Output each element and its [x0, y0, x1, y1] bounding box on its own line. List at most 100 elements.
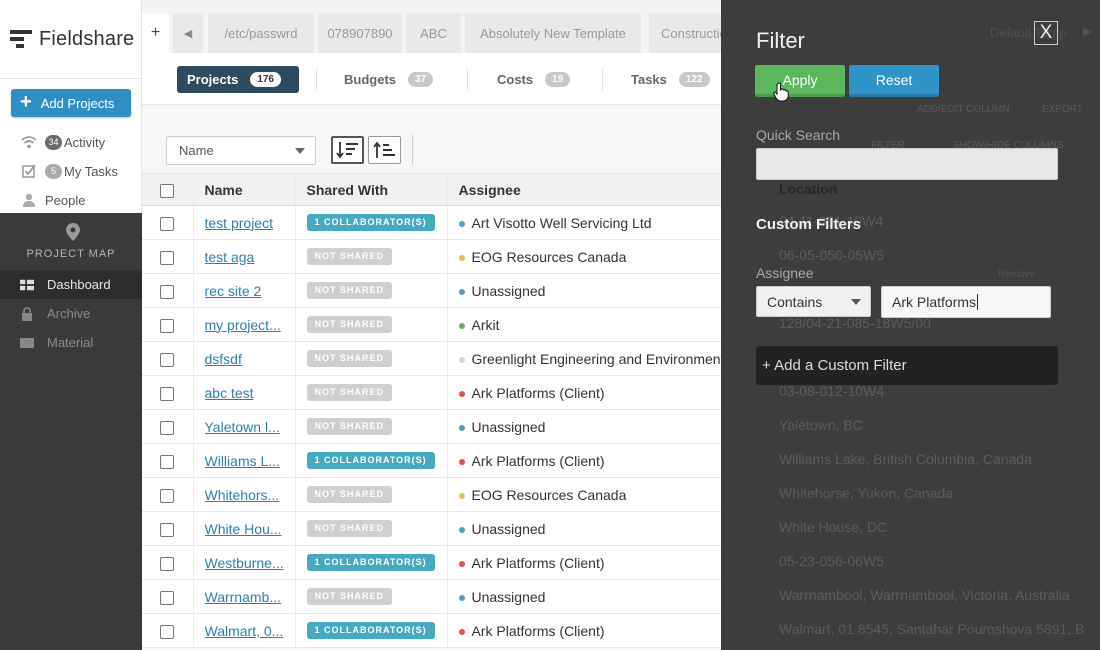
project-name-link[interactable]: Whitehors... — [205, 487, 287, 503]
table-row[interactable]: Walmart, 0... 1 COLLABORATOR(S) Ark Platfo… — [142, 613, 721, 648]
assignee-status-dot — [458, 560, 465, 567]
tab-costs[interactable]: Costs 19 — [497, 66, 571, 93]
map-pin-icon — [66, 223, 80, 241]
sidebar-link-activity[interactable]: 34 Activity — [20, 133, 105, 151]
column-header-assignee[interactable]: Assignee — [446, 173, 721, 206]
row-checkbox[interactable] — [160, 386, 174, 401]
project-name-link[interactable]: rec site 2 — [205, 283, 287, 299]
project-name-cell: test aga — [192, 239, 295, 274]
sidebar-link-people[interactable]: People — [20, 191, 85, 209]
sort-descending-button[interactable] — [331, 136, 364, 164]
table-row[interactable]: test project 1 COLLABORATOR(S) Art Visotto… — [142, 205, 721, 240]
row-checkbox[interactable] — [160, 250, 174, 265]
project-name-cell: Whitehors... — [192, 477, 295, 512]
row-checkbox[interactable] — [160, 352, 174, 367]
project-name-link[interactable]: abc test — [205, 385, 287, 401]
row-checkbox[interactable] — [160, 284, 174, 299]
sidebar-link-label: My Tasks — [64, 163, 118, 179]
sort-by-select[interactable]: Name — [166, 136, 316, 165]
divider — [412, 135, 413, 165]
tab-absolutely-new-template[interactable]: Absolutely New Template — [465, 13, 641, 53]
assignee-name: Unassigned — [471, 588, 546, 605]
project-name-link[interactable]: Williams L... — [205, 453, 287, 469]
table-row[interactable]: Whitehors... NOT SHARED EOG Resources Cana… — [142, 477, 721, 512]
column-header-name[interactable]: Name — [192, 173, 295, 206]
apply-button[interactable]: Apply — [755, 65, 845, 97]
table-row[interactable]: Williams L... 1 COLLABORATOR(S) Ark Platfo… — [142, 443, 721, 478]
next-tabs-button[interactable]: ▶ — [1083, 25, 1091, 38]
add-edit-column-button: ADD/EDIT COLUMN — [917, 104, 1010, 115]
sidebar-item-material[interactable]: Material — [0, 328, 142, 357]
tab-etc-passwrd[interactable]: /etc/passwrd — [208, 13, 314, 53]
filter-value-input[interactable]: Ark Platforms — [881, 286, 1051, 318]
quick-search-input[interactable] — [756, 148, 1058, 180]
project-name-link[interactable]: test aga — [205, 249, 287, 265]
row-select-cell — [142, 341, 193, 376]
tab-construction-monitoring[interactable]: Construction Monitoring — [649, 13, 721, 53]
row-checkbox[interactable] — [160, 454, 174, 469]
sidebar-link-my-tasks[interactable]: 5 My Tasks — [20, 162, 118, 180]
project-name-cell: White Hou... — [192, 511, 295, 546]
shared-status-badge: NOT SHARED — [306, 418, 393, 436]
remove-filter-link[interactable]: Remove — [998, 269, 1035, 280]
add-tab-button[interactable]: + — [142, 13, 169, 53]
activity-count-badge: 34 — [45, 134, 62, 150]
row-checkbox[interactable] — [160, 556, 174, 571]
row-checkbox[interactable] — [160, 318, 174, 333]
column-header-shared-with[interactable]: Shared With — [294, 173, 447, 206]
close-filter-button[interactable]: X — [1034, 21, 1058, 45]
add-custom-filter-button[interactable]: + Add a Custom Filter — [756, 346, 1058, 385]
table-row[interactable]: Warrnamb... NOT SHARED Unassigned — [142, 579, 721, 614]
location-cell: Williams Lake, British Columbia, Canada — [779, 451, 1032, 467]
table-row[interactable]: my project... NOT SHARED Arkit — [142, 307, 721, 342]
table-row[interactable]: abc test NOT SHARED Ark Platforms (Client) — [142, 375, 721, 410]
project-map-button[interactable]: PROJECT MAP — [0, 213, 142, 267]
tab-budgets[interactable]: Budgets 37 — [344, 66, 434, 93]
shared-status-badge: NOT SHARED — [306, 588, 393, 606]
table-row[interactable]: dsfsdf NOT SHARED Greenlight Engineering a… — [142, 341, 721, 376]
logo[interactable]: Fieldshare — [10, 24, 134, 54]
prev-tabs-button[interactable]: ◀ — [173, 13, 203, 53]
assignee-name: EOG Resources Canada — [471, 248, 627, 265]
tab-tasks[interactable]: Tasks 122 — [631, 66, 710, 93]
project-name-link[interactable]: Walmart, 0... — [205, 623, 287, 639]
table-row[interactable]: White Hou... NOT SHARED Unassigned — [142, 511, 721, 546]
project-name-link[interactable]: dsfsdf — [205, 351, 287, 367]
project-name-cell: my project... — [192, 307, 295, 342]
custom-filters-heading: Custom Filters — [756, 216, 862, 233]
project-name-link[interactable]: test project — [205, 215, 287, 231]
select-all-checkbox[interactable] — [160, 183, 174, 198]
row-checkbox[interactable] — [160, 590, 174, 605]
table-row[interactable]: Westburne... 1 COLLABORATOR(S) Ark Platfor… — [142, 545, 721, 580]
row-checkbox[interactable] — [160, 488, 174, 503]
assignee-cell: Unassigned — [446, 579, 721, 614]
sort-ascending-button[interactable] — [368, 136, 401, 164]
project-name-link[interactable]: Warrnamb... — [205, 589, 287, 605]
project-name-link[interactable]: Yaletown l... — [205, 419, 287, 435]
project-name-link[interactable]: Westburne... — [205, 555, 287, 571]
sidebar-item-archive[interactable]: Archive — [0, 299, 142, 328]
row-checkbox[interactable] — [160, 624, 174, 639]
filter-operator-select[interactable]: Contains — [756, 286, 871, 317]
project-name-link[interactable]: White Hou... — [205, 521, 287, 537]
add-projects-button[interactable]: + Add Projects — [11, 89, 131, 117]
shared-with-cell: 1 COLLABORATOR(S) — [294, 613, 447, 648]
location-cell: Warrnambool, Warrnambool, Victoria, Aust… — [779, 587, 1070, 603]
row-checkbox[interactable] — [160, 522, 174, 537]
tab-078907890[interactable]: 078907890 — [318, 13, 402, 53]
project-name-link[interactable]: my project... — [205, 317, 287, 333]
project-map-label: PROJECT MAP — [26, 248, 116, 260]
assignee-name: Ark Platforms (Client) — [471, 384, 605, 401]
hand-cursor-icon — [773, 82, 789, 102]
row-checkbox[interactable] — [160, 420, 174, 435]
table-row[interactable]: test aga NOT SHARED EOG Resources Canada — [142, 239, 721, 274]
table-row[interactable]: rec site 2 NOT SHARED Unassigned — [142, 273, 721, 308]
assignee-status-dot — [458, 594, 465, 601]
reset-button[interactable]: Reset — [849, 65, 939, 97]
sidebar-item-dashboard[interactable]: Dashboard — [0, 270, 142, 299]
tab-label: Tasks — [631, 72, 667, 87]
tab-projects[interactable]: Projects 176 — [177, 66, 299, 93]
row-checkbox[interactable] — [160, 216, 174, 231]
table-row[interactable]: Yaletown l... NOT SHARED Unassigned — [142, 409, 721, 444]
tab-abc[interactable]: ABC — [406, 13, 461, 53]
